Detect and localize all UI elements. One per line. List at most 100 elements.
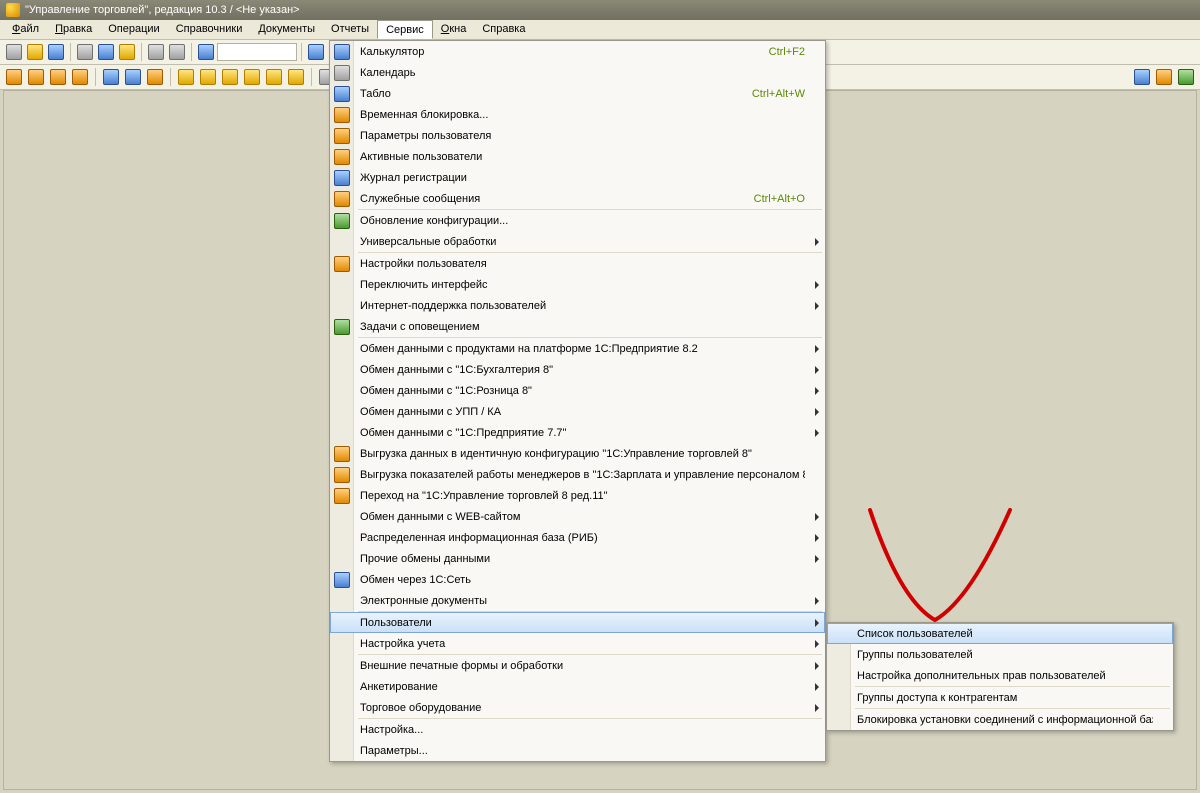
menu-item-label: Обмен данными с "1С:Бухгалтерия 8" bbox=[360, 364, 805, 376]
submenu-item-label: Настройка дополнительных прав пользовате… bbox=[857, 670, 1153, 682]
paste-button[interactable] bbox=[117, 42, 137, 62]
submenu-item-0[interactable]: Список пользователей bbox=[827, 623, 1173, 644]
menu-item-35[interactable]: Анкетирование bbox=[330, 676, 825, 697]
new-doc-button[interactable] bbox=[4, 42, 24, 62]
menu-item-label: Интернет-поддержка пользователей bbox=[360, 300, 805, 312]
menubar-item-6[interactable]: Сервис bbox=[377, 20, 433, 39]
users2-button[interactable] bbox=[145, 67, 165, 87]
menu-item-34[interactable]: Внешние печатные формы и обработки bbox=[330, 655, 825, 676]
menu-item-13[interactable]: Переключить интерфейс bbox=[330, 274, 825, 295]
menu-item-label: Внешние печатные формы и обработки bbox=[360, 660, 805, 672]
submenu-arrow-icon bbox=[815, 302, 819, 310]
menu-item-21[interactable]: Обмен данными с "1С:Предприятие 7.7" bbox=[330, 422, 825, 443]
coins3-button[interactable] bbox=[220, 67, 240, 87]
separator bbox=[191, 43, 192, 61]
menubar-item-4[interactable]: Документы bbox=[250, 20, 323, 39]
right-icon2-button[interactable] bbox=[1154, 67, 1174, 87]
menu-item-12[interactable]: Настройки пользователя bbox=[330, 253, 825, 274]
menu-item-36[interactable]: Торговое оборудование bbox=[330, 697, 825, 718]
menu-item-18[interactable]: Обмен данными с "1С:Бухгалтерия 8" bbox=[330, 359, 825, 380]
menu-item-26[interactable]: Распределенная информационная база (РИБ) bbox=[330, 527, 825, 548]
submenu-item-2[interactable]: Настройка дополнительных прав пользовате… bbox=[827, 665, 1173, 686]
find-button[interactable] bbox=[196, 42, 216, 62]
menu-item-20[interactable]: Обмен данными с УПП / КА bbox=[330, 401, 825, 422]
menu-item-3[interactable]: Временная блокировка... bbox=[330, 104, 825, 125]
coins5-button[interactable] bbox=[264, 67, 284, 87]
menu-item-1[interactable]: Календарь bbox=[330, 62, 825, 83]
menu-item-label: Обмен данными с "1С:Розница 8" bbox=[360, 385, 805, 397]
menu-item-28[interactable]: Обмен через 1С:Сеть bbox=[330, 569, 825, 590]
users1-button[interactable] bbox=[101, 67, 121, 87]
cut-button[interactable] bbox=[75, 42, 95, 62]
grid-button[interactable] bbox=[123, 67, 143, 87]
menu-item-label: Табло bbox=[360, 88, 752, 100]
book1-button[interactable] bbox=[4, 67, 24, 87]
save-button[interactable] bbox=[46, 42, 66, 62]
menu-item-32[interactable]: Настройка учета bbox=[330, 633, 825, 654]
menubar-item-0[interactable]: Файл bbox=[4, 20, 47, 39]
migrate-icon bbox=[334, 488, 350, 504]
right-icon3-button[interactable] bbox=[1176, 67, 1196, 87]
book3-button[interactable] bbox=[48, 67, 68, 87]
calculator-icon bbox=[334, 44, 350, 60]
menu-item-24[interactable]: Переход на "1С:Управление торговлей 8 ре… bbox=[330, 485, 825, 506]
menu-item-22[interactable]: Выгрузка данных в идентичную конфигураци… bbox=[330, 443, 825, 464]
menu-item-29[interactable]: Электронные документы bbox=[330, 590, 825, 611]
menu-item-0[interactable]: КалькуляторCtrl+F2 bbox=[330, 41, 825, 62]
menu-item-4[interactable]: Параметры пользователя bbox=[330, 125, 825, 146]
submenu-arrow-icon bbox=[815, 429, 819, 437]
menu-item-10[interactable]: Универсальные обработки bbox=[330, 231, 825, 252]
menu-item-25[interactable]: Обмен данными с WEB-сайтом bbox=[330, 506, 825, 527]
menu-item-31[interactable]: Пользователи bbox=[330, 612, 825, 633]
undo-button[interactable] bbox=[146, 42, 166, 62]
submenu-item-4[interactable]: Группы доступа к контрагентам bbox=[827, 687, 1173, 708]
menubar-item-2[interactable]: Операции bbox=[100, 20, 167, 39]
submenu-item-1[interactable]: Группы пользователей bbox=[827, 644, 1173, 665]
book2-button[interactable] bbox=[26, 67, 46, 87]
menu-item-23[interactable]: Выгрузка показателей работы менеджеров в… bbox=[330, 464, 825, 485]
menu-item-label: Параметры... bbox=[360, 745, 805, 757]
menu-item-38[interactable]: Настройка... bbox=[330, 719, 825, 740]
coins6-button[interactable] bbox=[286, 67, 306, 87]
messages-icon bbox=[334, 191, 350, 207]
coins1-button[interactable] bbox=[176, 67, 196, 87]
menu-item-15[interactable]: Задачи с оповещением bbox=[330, 316, 825, 337]
menubar-item-5[interactable]: Отчеты bbox=[323, 20, 377, 39]
task-icon bbox=[334, 319, 350, 335]
search-input[interactable] bbox=[217, 43, 297, 61]
menu-item-label: Настройка учета bbox=[360, 638, 805, 650]
coins4-button[interactable] bbox=[242, 67, 262, 87]
menu-item-shortcut: Ctrl+Alt+W bbox=[752, 88, 805, 100]
open-button[interactable] bbox=[25, 42, 45, 62]
menubar-item-1[interactable]: Правка bbox=[47, 20, 100, 39]
menu-item-17[interactable]: Обмен данными с продуктами на платформе … bbox=[330, 338, 825, 359]
menu-item-5[interactable]: Активные пользователи bbox=[330, 146, 825, 167]
menu-item-2[interactable]: ТаблоCtrl+Alt+W bbox=[330, 83, 825, 104]
menu-item-label: Служебные сообщения bbox=[360, 193, 754, 205]
coins2-button[interactable] bbox=[198, 67, 218, 87]
menu-item-label: Обновление конфигурации... bbox=[360, 215, 805, 227]
menubar-item-7[interactable]: Окна bbox=[433, 20, 475, 39]
menubar-item-8[interactable]: Справка bbox=[474, 20, 533, 39]
calc-button[interactable] bbox=[306, 42, 326, 62]
menu-item-9[interactable]: Обновление конфигурации... bbox=[330, 210, 825, 231]
menu-item-19[interactable]: Обмен данными с "1С:Розница 8" bbox=[330, 380, 825, 401]
submenu-item-label: Группы пользователей bbox=[857, 649, 1153, 661]
right-icon1-button[interactable] bbox=[1132, 67, 1152, 87]
menubar-item-3[interactable]: Справочники bbox=[168, 20, 251, 39]
redo-button[interactable] bbox=[167, 42, 187, 62]
copy-button[interactable] bbox=[96, 42, 116, 62]
submenu-arrow-icon bbox=[815, 662, 819, 670]
submenu-arrow-icon bbox=[815, 619, 819, 627]
menu-item-label: Переключить интерфейс bbox=[360, 279, 805, 291]
menu-item-39[interactable]: Параметры... bbox=[330, 740, 825, 761]
submenu-item-6[interactable]: Блокировка установки соединений с информ… bbox=[827, 709, 1173, 730]
user-settings-icon bbox=[334, 128, 350, 144]
book4-button[interactable] bbox=[70, 67, 90, 87]
menu-item-7[interactable]: Служебные сообщенияCtrl+Alt+O bbox=[330, 188, 825, 209]
menu-item-14[interactable]: Интернет-поддержка пользователей bbox=[330, 295, 825, 316]
submenu-item-label: Группы доступа к контрагентам bbox=[857, 692, 1153, 704]
menu-item-27[interactable]: Прочие обмены данными bbox=[330, 548, 825, 569]
submenu-arrow-icon bbox=[815, 534, 819, 542]
menu-item-6[interactable]: Журнал регистрации bbox=[330, 167, 825, 188]
